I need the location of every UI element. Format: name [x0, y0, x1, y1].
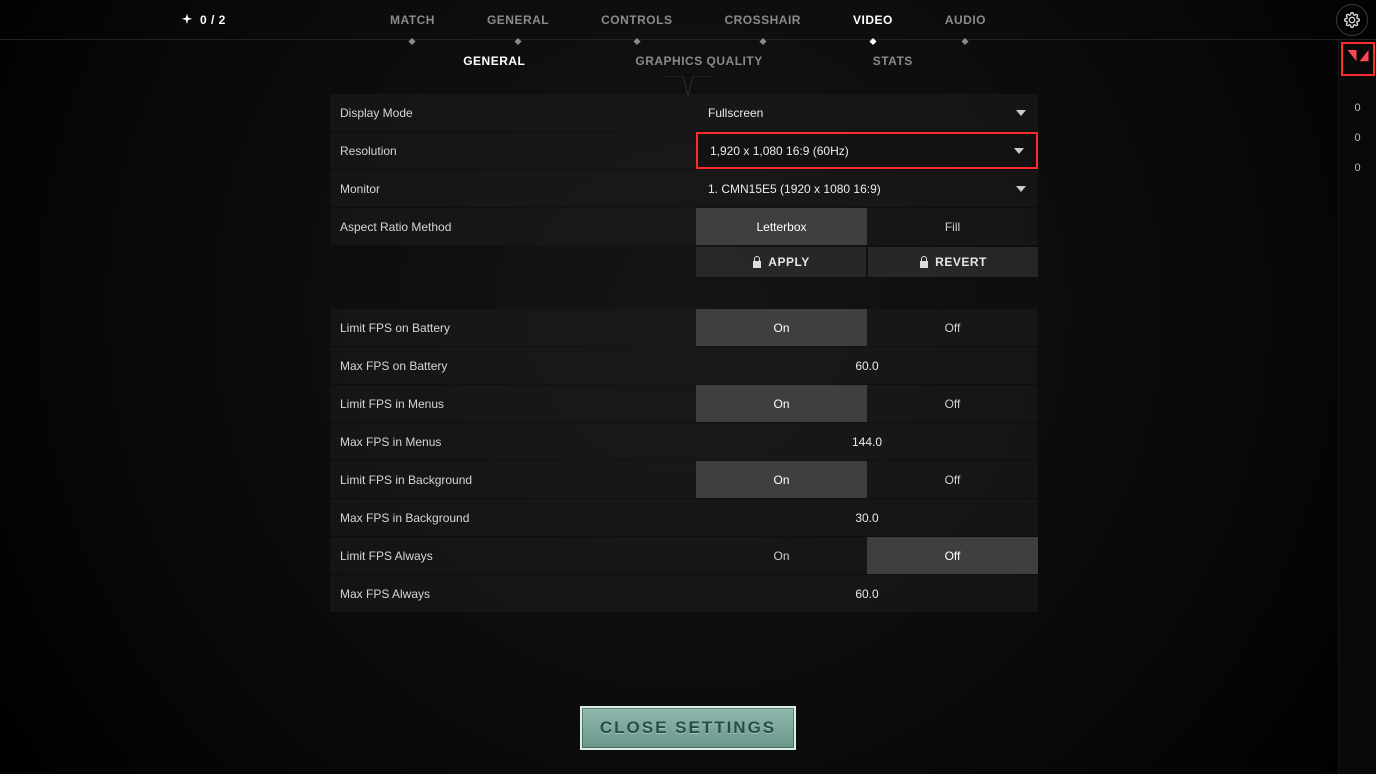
video-sub-tabs: GENERAL GRAPHICS QUALITY STATS [463, 54, 913, 68]
toggle-limit-fps-battery: On Off [696, 309, 1038, 346]
toggle-limit-fps-always: On Off [696, 537, 1038, 574]
tab-match[interactable]: MATCH [386, 13, 439, 27]
option-off[interactable]: Off [867, 537, 1038, 574]
subtab-label: GRAPHICS QUALITY [635, 54, 762, 68]
toggle-aspect-ratio: Letterbox Fill [696, 208, 1038, 245]
rail-value-0: 0 [1354, 102, 1360, 114]
row-display-mode: Display Mode Fullscreen [330, 94, 1038, 131]
label-max-fps-menus: Max FPS in Menus [330, 423, 696, 460]
dropdown-display-mode[interactable]: Fullscreen [696, 94, 1038, 131]
label-limit-fps-menus: Limit FPS in Menus [330, 385, 696, 422]
dropdown-monitor[interactable]: 1. CMN15E5 (1920 x 1080 16:9) [696, 170, 1038, 207]
diamond-icon [759, 37, 766, 44]
row-aspect-ratio: Aspect Ratio Method Letterbox Fill [330, 208, 1038, 245]
subtab-label: STATS [873, 54, 913, 68]
lock-icon [752, 256, 762, 268]
rail-value-1: 0 [1354, 132, 1360, 144]
option-off[interactable]: Off [867, 461, 1038, 498]
value-max-fps-always[interactable]: 60.0 [696, 575, 1038, 612]
diamond-icon [409, 37, 416, 44]
label-max-fps-battery: Max FPS on Battery [330, 347, 696, 384]
option-off[interactable]: Off [867, 309, 1038, 346]
spark-icon [180, 13, 194, 27]
tab-crosshair[interactable]: CROSSHAIR [720, 13, 805, 27]
row-monitor: Monitor 1. CMN15E5 (1920 x 1080 16:9) [330, 170, 1038, 207]
label-resolution: Resolution [330, 132, 696, 169]
tab-label: AUDIO [945, 13, 986, 27]
tab-label: CROSSHAIR [724, 13, 801, 27]
subtab-graphics-quality[interactable]: GRAPHICS QUALITY [635, 54, 762, 68]
row-max-fps-background: Max FPS in Background 30.0 [330, 499, 1038, 536]
label-aspect-ratio: Aspect Ratio Method [330, 208, 696, 245]
value-max-fps-menus[interactable]: 144.0 [696, 423, 1038, 460]
label-limit-fps-always: Limit FPS Always [330, 537, 696, 574]
option-on[interactable]: On [696, 461, 867, 498]
dropdown-value: 1. CMN15E5 (1920 x 1080 16:9) [708, 182, 881, 196]
toggle-limit-fps-menus: On Off [696, 385, 1038, 422]
revert-label: REVERT [935, 255, 987, 269]
option-on[interactable]: On [696, 309, 867, 346]
diamond-icon [869, 37, 876, 44]
video-settings-panel: Display Mode Fullscreen Resolution 1,920… [330, 94, 1038, 613]
label-display-mode: Display Mode [330, 94, 696, 131]
value-max-fps-background[interactable]: 30.0 [696, 499, 1038, 536]
chevron-down-icon [1016, 186, 1026, 192]
apply-label: APPLY [768, 255, 809, 269]
tab-controls[interactable]: CONTROLS [597, 13, 676, 27]
tab-general[interactable]: GENERAL [483, 13, 553, 27]
dropdown-value: Fullscreen [708, 106, 763, 120]
row-max-fps-battery: Max FPS on Battery 60.0 [330, 347, 1038, 384]
tab-label: VIDEO [853, 13, 893, 27]
chevron-down-icon [1014, 148, 1024, 154]
tab-label: MATCH [390, 13, 435, 27]
subtab-label: GENERAL [463, 54, 525, 68]
row-limit-fps-background: Limit FPS in Background On Off [330, 461, 1038, 498]
row-limit-fps-always: Limit FPS Always On Off [330, 537, 1038, 574]
toggle-limit-fps-background: On Off [696, 461, 1038, 498]
lock-icon [919, 256, 929, 268]
label-limit-fps-background: Limit FPS in Background [330, 461, 696, 498]
chevron-down-icon [1016, 110, 1026, 116]
close-settings-button[interactable]: CLOSE SETTINGS [580, 706, 796, 750]
game-app-icon[interactable] [1341, 42, 1375, 76]
option-on[interactable]: On [696, 537, 867, 574]
party-size-indicator: 0 / 2 [180, 13, 226, 27]
top-bar: 0 / 2 MATCH GENERAL CONTROLS CROSSHAIR V… [0, 0, 1376, 40]
gear-icon [1344, 12, 1360, 28]
row-max-fps-menus: Max FPS in Menus 144.0 [330, 423, 1038, 460]
main-tabs: MATCH GENERAL CONTROLS CROSSHAIR VIDEO A… [386, 0, 990, 39]
row-resolution: Resolution 1,920 x 1,080 16:9 (60Hz) [330, 132, 1038, 169]
apply-button[interactable]: APPLY [696, 247, 866, 277]
option-fill[interactable]: Fill [867, 208, 1038, 245]
row-apply-revert: APPLY REVERT [330, 247, 1038, 277]
close-settings-label: CLOSE SETTINGS [600, 718, 776, 738]
tab-label: CONTROLS [601, 13, 672, 27]
label-max-fps-always: Max FPS Always [330, 575, 696, 612]
revert-button[interactable]: REVERT [868, 247, 1038, 277]
subtab-stats[interactable]: STATS [873, 54, 913, 68]
dropdown-value: 1,920 x 1,080 16:9 (60Hz) [710, 144, 849, 158]
diamond-icon [514, 37, 521, 44]
label-monitor: Monitor [330, 170, 696, 207]
diamond-icon [633, 37, 640, 44]
dropdown-resolution[interactable]: 1,920 x 1,080 16:9 (60Hz) [696, 132, 1038, 169]
row-limit-fps-menus: Limit FPS in Menus On Off [330, 385, 1038, 422]
row-limit-fps-battery: Limit FPS on Battery On Off [330, 309, 1038, 346]
option-on[interactable]: On [696, 385, 867, 422]
option-off[interactable]: Off [867, 385, 1038, 422]
label-limit-fps-battery: Limit FPS on Battery [330, 309, 696, 346]
option-letterbox[interactable]: Letterbox [696, 208, 867, 245]
subtab-general[interactable]: GENERAL [463, 54, 525, 68]
party-size-text: 0 / 2 [200, 13, 226, 27]
diamond-icon [962, 37, 969, 44]
settings-gear-button[interactable] [1336, 4, 1368, 36]
tab-video[interactable]: VIDEO [849, 13, 897, 27]
tab-audio[interactable]: AUDIO [941, 13, 990, 27]
row-max-fps-always: Max FPS Always 60.0 [330, 575, 1038, 612]
rail-value-2: 0 [1354, 162, 1360, 174]
label-max-fps-background: Max FPS in Background [330, 499, 696, 536]
right-rail: 0 0 0 [1338, 40, 1376, 774]
value-max-fps-battery[interactable]: 60.0 [696, 347, 1038, 384]
tab-label: GENERAL [487, 13, 549, 27]
